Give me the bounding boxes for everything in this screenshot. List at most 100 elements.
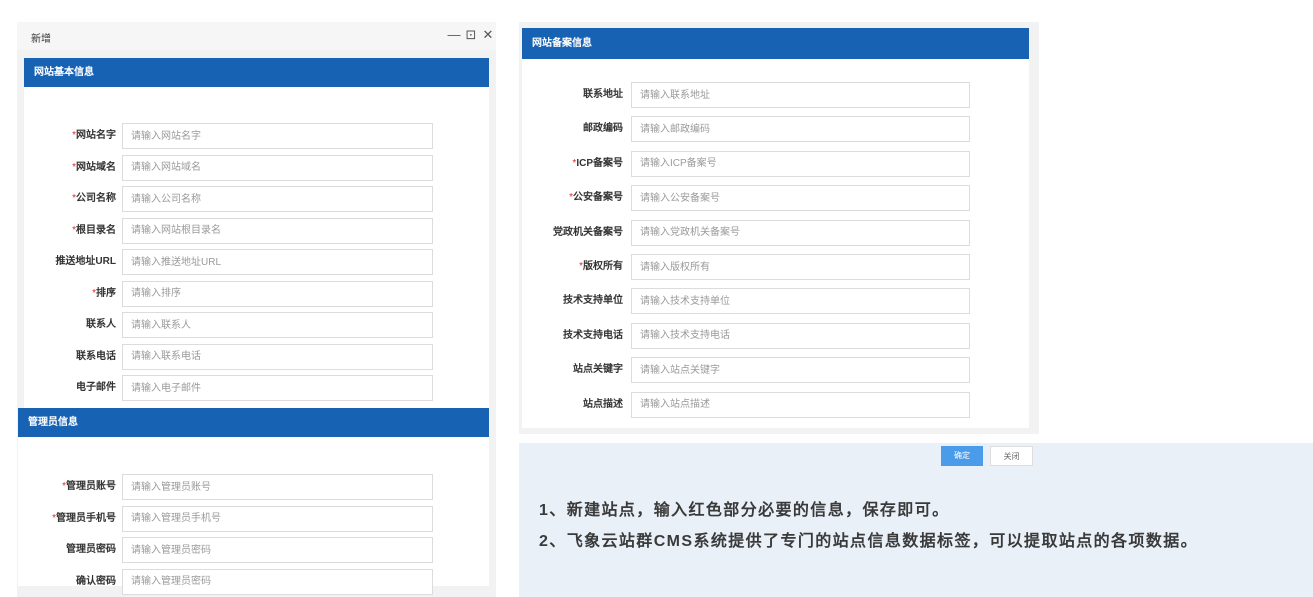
field-label-text: ICP备案号 xyxy=(576,157,623,169)
field-label-text: 技术支持电话 xyxy=(563,329,623,341)
basic-info-header: 网站基本信息 xyxy=(24,58,489,87)
form-row: 技术支持电话 xyxy=(522,322,1029,349)
tip-line-2: 2、飞象云站群CMS系统提供了专门的站点信息数据标签，可以提取站点的各项数据。 xyxy=(539,533,1199,550)
field-label-text: 网站名字 xyxy=(76,130,116,141)
field-label-text: 电子邮件 xyxy=(76,382,116,393)
field-input[interactable] xyxy=(122,375,433,401)
field-label: 站点描述 xyxy=(522,392,623,418)
field-input[interactable] xyxy=(631,391,970,418)
field-input[interactable] xyxy=(122,474,433,500)
field-label: *版权所有 xyxy=(522,254,623,280)
field-label-text: 邮政编码 xyxy=(583,123,623,135)
form-row: 邮政编码 xyxy=(522,116,1029,143)
field-label-text: 推送地址URL xyxy=(55,256,116,267)
field-label: 技术支持单位 xyxy=(522,288,623,314)
tip-box xyxy=(519,443,1313,597)
close-button[interactable]: 关闭 xyxy=(990,446,1033,466)
form-row: *公司名称 xyxy=(24,186,489,212)
confirm-button[interactable]: 确定 xyxy=(941,446,983,466)
field-label-text: 版权所有 xyxy=(583,261,623,272)
field-input[interactable] xyxy=(122,505,433,532)
field-input[interactable] xyxy=(122,312,433,338)
field-label-text: 联系电话 xyxy=(76,350,116,362)
field-label: *公司名称 xyxy=(24,186,116,212)
form-row: 确认密码 xyxy=(18,568,489,595)
field-label-text: 联系地址 xyxy=(583,89,623,100)
field-input[interactable] xyxy=(631,322,970,349)
field-input[interactable] xyxy=(631,288,970,315)
admin-info-header: 管理员信息 xyxy=(18,408,489,437)
field-label: *排序 xyxy=(24,281,116,307)
form-row: 党政机关备案号 xyxy=(522,219,1029,246)
record-info-wrapper: 网站备案信息 联系地址邮政编码 *ICP备案号 *公安备案号党政机关备案号 *版权所有… xyxy=(519,22,1039,434)
form-row: 联系地址 xyxy=(522,82,1029,108)
form-row: *管理员手机号 xyxy=(18,505,489,532)
maximize-icon[interactable]: ⊡ xyxy=(464,27,478,43)
form-row: *版权所有 xyxy=(522,254,1029,280)
field-label-text: 确认密码 xyxy=(76,575,116,587)
form-row: *网站名字 xyxy=(24,123,489,149)
field-input[interactable] xyxy=(122,154,433,181)
field-label: *网站域名 xyxy=(24,155,116,181)
field-label-text: 党政机关备案号 xyxy=(553,226,623,238)
form-row: *根目录名 xyxy=(24,217,489,244)
form-row: 站点描述 xyxy=(522,391,1029,418)
close-icon[interactable]: ✕ xyxy=(481,27,495,43)
record-info-header: 网站备案信息 xyxy=(522,28,1029,59)
field-label-text: 联系人 xyxy=(86,319,116,330)
field-input[interactable] xyxy=(631,150,970,177)
form-row: 技术支持单位 xyxy=(522,288,1029,315)
field-input[interactable] xyxy=(122,217,433,244)
field-label: 确认密码 xyxy=(18,569,116,595)
field-label-text: 公司名称 xyxy=(76,193,116,204)
field-label-text: 站点关键字 xyxy=(573,364,623,376)
form-row: 管理员密码 xyxy=(18,537,489,563)
field-label: *管理员账号 xyxy=(18,474,116,500)
field-label-text: 管理员账号 xyxy=(66,481,116,492)
field-label: 站点关键字 xyxy=(522,357,623,383)
field-label-text: 根目录名 xyxy=(76,224,116,236)
form-row: 站点关键字 xyxy=(522,357,1029,384)
field-label-text: 站点描述 xyxy=(583,398,623,410)
field-label: 联系电话 xyxy=(24,344,116,370)
field-label-text: 排序 xyxy=(96,287,116,299)
field-input[interactable] xyxy=(122,249,433,275)
field-input[interactable] xyxy=(631,116,970,143)
field-label: *ICP备案号 xyxy=(522,151,623,177)
field-input[interactable] xyxy=(122,568,433,595)
field-label: *公安备案号 xyxy=(522,185,623,211)
field-label: *根目录名 xyxy=(24,218,116,244)
field-input[interactable] xyxy=(122,280,433,307)
field-input[interactable] xyxy=(631,357,970,384)
tip-line-1: 1、新建站点，输入红色部分必要的信息，保存即可。 xyxy=(539,502,950,519)
form-row: *ICP备案号 xyxy=(522,150,1029,177)
minimize-icon[interactable]: — xyxy=(447,27,461,43)
field-label: 联系人 xyxy=(24,312,116,338)
field-label-text: 技术支持单位 xyxy=(563,295,623,307)
basic-info-panel: 网站基本信息 *网站名字 *网站域名 *公司名称 *根目录名推送地址URL *排序联系人… xyxy=(24,58,489,414)
dialog-titlebar[interactable]: 新增 — ⊡ ✕ xyxy=(17,22,496,50)
field-input[interactable] xyxy=(631,185,970,212)
add-site-dialog: 新增 — ⊡ ✕ 网站基本信息 *网站名字 *网站域名 *公司名称 *根目录名推送地址… xyxy=(17,22,496,597)
form-row: *管理员账号 xyxy=(18,474,489,500)
field-label: 技术支持电话 xyxy=(522,323,623,349)
field-label-text: 管理员手机号 xyxy=(56,512,116,524)
field-input[interactable] xyxy=(122,186,433,212)
form-row: 联系人 xyxy=(24,312,489,338)
field-label: 管理员密码 xyxy=(18,537,116,563)
field-label: 联系地址 xyxy=(522,82,623,108)
field-input[interactable] xyxy=(122,123,433,149)
form-row: 电子邮件 xyxy=(24,375,489,401)
form-row: *排序 xyxy=(24,280,489,307)
field-input[interactable] xyxy=(631,219,970,246)
field-input[interactable] xyxy=(122,343,433,370)
form-row: 推送地址URL xyxy=(24,249,489,275)
field-input[interactable] xyxy=(631,254,970,280)
form-row: *公安备案号 xyxy=(522,185,1029,212)
field-input[interactable] xyxy=(122,537,433,563)
admin-info-panel: 管理员信息 *管理员账号 *管理员手机号管理员密码确认密码 xyxy=(18,408,489,595)
form-row: 联系电话 xyxy=(24,343,489,370)
field-input[interactable] xyxy=(631,82,970,108)
field-label: 推送地址URL xyxy=(24,249,116,275)
form-row: *网站域名 xyxy=(24,154,489,181)
